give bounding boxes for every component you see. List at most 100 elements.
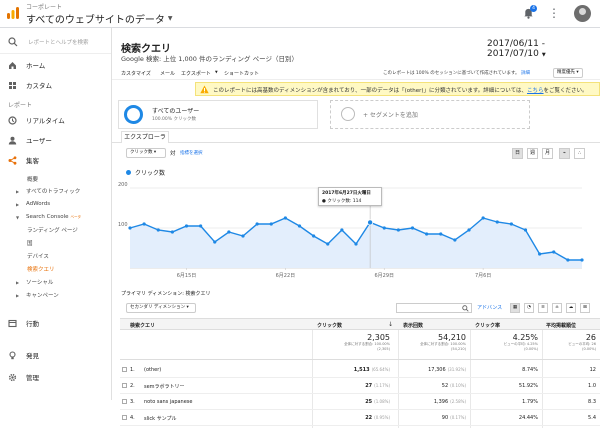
segment-row: すべてのユーザー 100.00% クリック数 + セグメントを追加 — [118, 100, 558, 129]
day-button[interactable]: 日 — [512, 148, 523, 159]
sidebar-item-acquisition[interactable]: 集客 — [0, 152, 111, 168]
column-header-position[interactable]: 平均掲載順位 — [546, 322, 576, 329]
total-impressions: 54,210 全体に対する割合: 100.00% (54,210) — [400, 333, 466, 351]
date-range-label: 2017/06/11 - 2017/07/10 — [487, 39, 545, 59]
secondary-dimension-value: セカンダリ ディメンション — [130, 305, 186, 310]
search-icon[interactable] — [462, 305, 469, 312]
pick-metric-link[interactable]: 指標を選択 — [180, 150, 203, 156]
week-button[interactable]: 週 — [527, 148, 538, 159]
total-sub2: (0.00%) — [524, 346, 538, 351]
legend-dot-icon — [126, 170, 131, 175]
term-cloud-icon[interactable]: ☁ — [566, 303, 576, 313]
row-query[interactable]: (other) — [144, 367, 161, 373]
more-vert-icon[interactable]: ⋮ — [548, 6, 560, 20]
export-button[interactable]: エクスポート — [181, 70, 211, 77]
sidebar-item-label: 発見 — [26, 352, 39, 360]
sidebar-item-all-traffic[interactable]: ▶ すべてのトラフィック — [0, 185, 111, 197]
secondary-dimension-select[interactable]: セカンダリ ディメンション ▾ — [126, 303, 196, 313]
sidebar-item-adwords[interactable]: ▶ AdWords — [0, 198, 111, 210]
grid-icon — [9, 81, 16, 89]
sidebar-item-discover[interactable]: 発見 — [0, 347, 111, 363]
sidebar-item-queries[interactable]: 検索クエリ — [0, 263, 111, 275]
segment-percent: 100.00% クリック数 — [152, 117, 196, 122]
data-table: 検索クエリ クリック数 ↓ 表示回数 クリック率 平均掲載順位 2,305 全体… — [120, 318, 600, 428]
beta-badge: ベータ — [70, 214, 81, 219]
sidebar-item-landing-pages[interactable]: ランディング ページ — [0, 224, 111, 236]
sidebar-item-search-console[interactable]: ▼ Search Console ベータ — [0, 211, 111, 223]
segment-ring-icon — [124, 105, 143, 124]
quality-select[interactable]: 精度優先 ▾ — [553, 68, 583, 78]
detail-link[interactable]: 詳細 — [521, 71, 530, 76]
segment-all-users[interactable]: すべてのユーザー 100.00% クリック数 — [118, 100, 318, 129]
column-header-ctr[interactable]: クリック率 — [475, 322, 500, 329]
sidebar-item-label: ランディング ページ — [27, 228, 78, 234]
table-row[interactable]: 1. (other) 1,513 (65.64%) 17,306 (31.92%) … — [120, 362, 600, 378]
metric-select[interactable]: クリック数 ▾ — [126, 148, 166, 158]
row-imp-pct: (0.17%) — [450, 415, 466, 420]
sidebar-item-behavior[interactable]: 行動 — [0, 315, 111, 331]
sampling-note-text: このレポートは 100% のセッションに基づいて作成されています。 — [383, 71, 520, 76]
row-clicks: 1,513 (65.64%) — [324, 367, 390, 373]
row-impressions: 90 (0.17%) — [400, 415, 466, 421]
motion-chart-icon[interactable]: ∴ — [574, 148, 585, 159]
date-range-picker[interactable]: 2017/06/11 - 2017/07/10 ▼ — [487, 39, 600, 59]
table-row[interactable]: 4. slick サンプル 22 (0.95%) 90 (0.17%) 24.44%… — [120, 410, 600, 426]
email-button[interactable]: メール — [160, 70, 175, 77]
data-point — [255, 222, 259, 226]
sidebar-item-custom[interactable]: カスタム — [0, 77, 111, 93]
notice-link[interactable]: こちら — [527, 88, 544, 94]
sidebar-item-audience[interactable]: ユーザー — [0, 132, 111, 148]
column-header-query[interactable]: 検索クエリ — [130, 322, 155, 329]
row-imp-pct: (0.10%) — [450, 383, 466, 388]
sidebar-item-campaigns[interactable]: ▶ キャンペーン — [0, 289, 111, 301]
customize-button[interactable]: カスタマイズ — [121, 70, 151, 77]
advanced-filter-link[interactable]: アドバンス — [477, 304, 502, 311]
row-query[interactable]: semラボラトリー — [144, 383, 185, 390]
row-clicks-pct: (1.17%) — [374, 383, 390, 388]
sidebar-item-countries[interactable]: 国 — [0, 237, 111, 249]
row-index: 1. — [130, 367, 135, 373]
export-caret-icon[interactable]: ▼ — [215, 70, 218, 74]
sidebar-item-admin[interactable]: 管理 — [0, 369, 111, 385]
table-row[interactable]: 3. noto sans japanese 25 (1.08%) 1,396 (2.… — [120, 394, 600, 410]
sidebar-item-home[interactable]: ホーム — [0, 57, 111, 73]
shortcut-button[interactable]: ショートカット — [224, 70, 259, 77]
table-search-input[interactable] — [396, 303, 472, 313]
sort-down-icon[interactable]: ↓ — [388, 321, 393, 328]
sidebar-item-label: 概要 — [27, 177, 39, 183]
column-header-clicks[interactable]: クリック数 — [317, 322, 342, 329]
column-header-impressions[interactable]: 表示回数 — [403, 322, 423, 329]
sidebar-item-social[interactable]: ▶ ソーシャル — [0, 276, 111, 288]
primary-dimension-value[interactable]: 検索クエリ — [186, 291, 211, 297]
analytics-logo-icon[interactable] — [6, 6, 20, 20]
chart-tooltip: 2017年6月27日火曜日 ● クリック数: 114 — [318, 187, 382, 206]
row-checkbox[interactable] — [122, 415, 127, 420]
comparison-view-icon[interactable]: ± — [552, 303, 562, 313]
sidebar-search[interactable]: レポートとヘルプを検索 — [0, 30, 111, 54]
table-view-icon[interactable]: ▦ — [510, 303, 520, 313]
percent-view-icon[interactable]: ◔ — [524, 303, 534, 313]
property-selector[interactable]: すべてのウェブサイトのデータ ▼ — [26, 11, 173, 26]
row-position: 1.0 — [588, 383, 596, 389]
hover-point — [367, 219, 374, 226]
tab-explorer[interactable]: エクスプローラ — [121, 131, 169, 143]
line-chart-icon[interactable]: ⌁ — [559, 148, 570, 159]
sidebar-item-realtime[interactable]: リアルタイム — [0, 112, 111, 128]
sidebar-item-label: Search Console — [26, 214, 69, 220]
table-row[interactable]: 2. semラボラトリー 27 (1.17%) 52 (0.10%) 51.92% … — [120, 378, 600, 394]
row-query[interactable]: slick サンプル — [144, 415, 176, 422]
data-point — [439, 232, 443, 236]
avatar[interactable] — [574, 5, 591, 22]
data-point — [241, 234, 245, 238]
row-checkbox[interactable] — [122, 383, 127, 388]
sidebar-item-devices[interactable]: デバイス — [0, 250, 111, 262]
performance-view-icon[interactable]: ≡ — [538, 303, 548, 313]
month-button[interactable]: 月 — [542, 148, 553, 159]
row-checkbox[interactable] — [122, 367, 127, 372]
add-segment-button[interactable]: + セグメントを追加 — [330, 100, 530, 129]
data-point — [283, 216, 287, 220]
row-clicks-pct: (65.64%) — [371, 367, 390, 372]
sidebar-item-overview[interactable]: 概要 — [0, 173, 111, 185]
data-point — [199, 224, 203, 228]
pivot-view-icon[interactable]: ⊞ — [580, 303, 590, 313]
